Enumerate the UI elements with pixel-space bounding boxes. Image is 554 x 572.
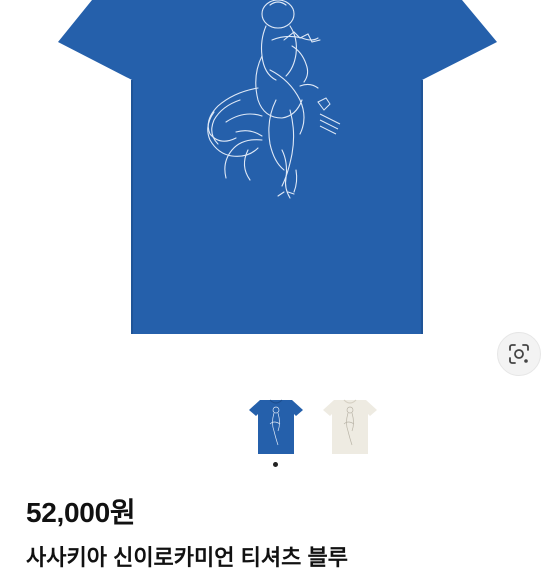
product-main-image[interactable]: [0, 0, 554, 380]
carousel-dot-active[interactable]: [273, 462, 278, 467]
visual-search-button[interactable]: [497, 332, 541, 376]
product-price: 52,000원: [26, 497, 136, 528]
thumbnail-cream[interactable]: [322, 396, 378, 456]
t-shirt-illustration: [58, 0, 497, 334]
thumbnail-strip: [248, 396, 380, 456]
product-title: 사사키아 신이로카미언 티셔츠 블루: [26, 545, 348, 570]
carousel-indicator: [0, 462, 554, 472]
thumbnail-blue[interactable]: [248, 396, 304, 456]
visual-search-icon: [509, 344, 529, 364]
blue-tshirt-thumbnail-image: [249, 399, 303, 454]
cream-tshirt-thumbnail-image: [323, 399, 377, 454]
